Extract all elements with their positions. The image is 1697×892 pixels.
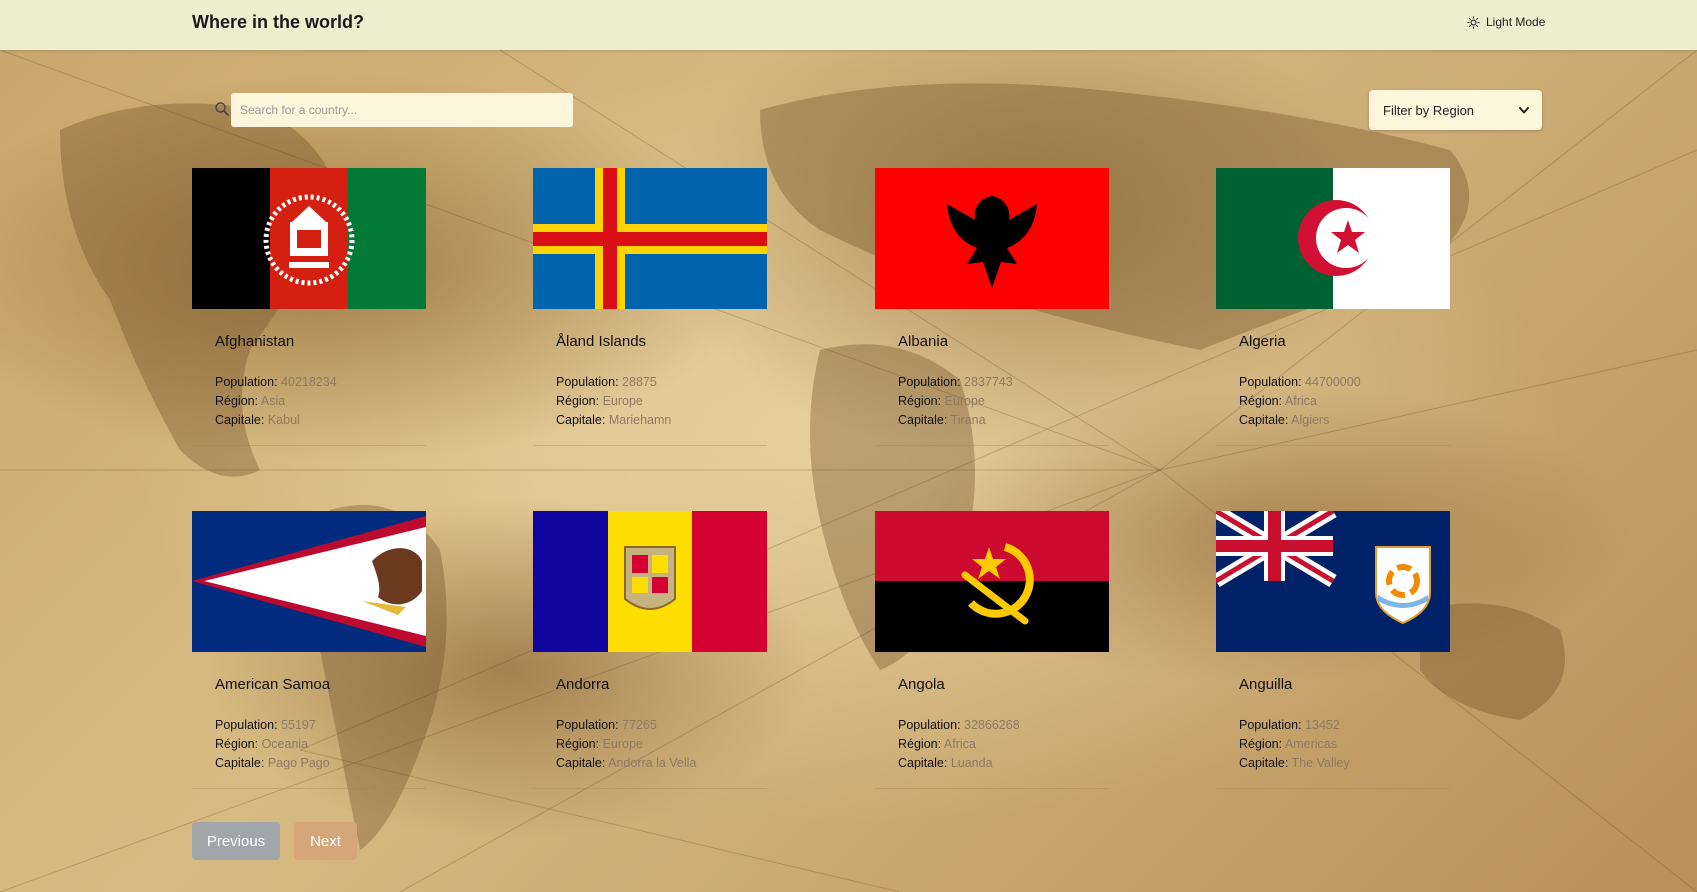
population-row: Population: 40218234 [215,375,337,389]
capital-value: Luanda [950,756,993,770]
region-value: Asia [260,394,286,408]
region-row: Région: Africa [1239,394,1317,408]
population-row: Population: 28875 [556,375,657,389]
capital-row: Capitale: Tirana [898,413,986,427]
region-filter-value: Filter by Region [1383,102,1475,118]
population-value: 40218234 [281,375,337,389]
flag-image [192,511,426,652]
capital-row: Capitale: Andorra la Vella [556,756,697,770]
region-row: Région: Europe [556,394,643,408]
country-name: Afghanistan [215,333,295,350]
country-card[interactable]: Andorra Population: 77265 Région: Europe… [533,511,767,789]
region-value: Europe [602,394,643,408]
flag-image [192,168,426,309]
country-card[interactable]: Anguilla Population: 13452 Région: Ameri… [1216,511,1450,789]
capital-row: Capitale: Kabul [215,413,300,427]
capital-value: Tirana [950,413,986,427]
country-name: American Samoa [215,676,331,693]
region-row: Région: Africa [898,737,976,751]
card-details: American Samoa Population: 55197 Région:… [192,652,426,789]
population-value: 28875 [622,375,657,389]
region-row: Région: Europe [556,737,643,751]
capital-row: Capitale: Luanda [898,756,993,770]
country-name: Åland Islands [556,333,647,350]
flag-image [533,168,767,309]
flag-image [1216,168,1450,309]
population-row: Population: 77265 [556,718,657,732]
flag-image [875,511,1109,652]
previous-button[interactable]: Previous [192,822,280,860]
country-name: Algeria [1239,333,1286,350]
capital-value: Pago Pago [267,756,330,770]
region-value: Americas [1284,737,1337,751]
region-value: Africa [1284,394,1317,408]
region-row: Région: Oceania [215,737,309,751]
search-icon [215,102,229,116]
population-row: Population: 2837743 [898,375,1013,389]
population-value: 32866268 [964,718,1020,732]
light-mode-label: Light Mode [1486,15,1546,29]
population-row: Population: 44700000 [1239,375,1361,389]
population-row: Population: 55197 [215,718,316,732]
region-row: Région: Europe [898,394,985,408]
card-details: Angola Population: 32866268 Région: Afri… [875,652,1109,789]
population-row: Population: 32866268 [898,718,1020,732]
flag-image [875,168,1109,309]
light-mode-toggle[interactable]: Light Mode [1467,15,1545,29]
search-input[interactable] [231,93,573,127]
population-value: 44700000 [1305,375,1361,389]
capital-value: Mariehamn [608,413,672,427]
region-value: Europe [944,394,985,408]
capital-row: Capitale: Algiers [1239,413,1330,427]
region-value: Africa [943,737,976,751]
card-details: Albania Population: 2837743 Région: Euro… [875,309,1109,446]
country-card[interactable]: Albania Population: 2837743 Région: Euro… [875,168,1109,446]
country-card[interactable]: Angola Population: 32866268 Région: Afri… [875,511,1109,789]
region-value: Oceania [261,737,309,751]
region-row: Région: Americas [1239,737,1337,751]
region-value: Europe [602,737,643,751]
flag-image [1216,511,1450,652]
flag-image [533,511,767,652]
country-name: Andorra [556,676,610,693]
capital-value: The Valley [1291,756,1350,770]
capital-value: Kabul [267,413,300,427]
capital-value: Algiers [1291,413,1330,427]
country-card[interactable]: Åland Islands Population: 28875 Région: … [533,168,767,446]
card-details: Anguilla Population: 13452 Région: Ameri… [1216,652,1450,789]
capital-value: Andorra la Vella [608,756,697,770]
country-card[interactable]: Algeria Population: 44700000 Région: Afr… [1216,168,1450,446]
population-value: 55197 [281,718,316,732]
country-name: Angola [898,676,945,693]
country-card[interactable]: Afghanistan Population: 40218234 Région:… [192,168,426,446]
capital-row: Capitale: The Valley [1239,756,1350,770]
capital-row: Capitale: Pago Pago [215,756,330,770]
chevron-down-icon [1519,107,1529,114]
card-details: Åland Islands Population: 28875 Région: … [533,309,767,446]
card-details: Afghanistan Population: 40218234 Région:… [192,309,426,446]
next-button[interactable]: Next [294,822,357,860]
country-name: Anguilla [1239,676,1293,693]
country-name: Albania [898,333,949,350]
population-value: 77265 [622,718,657,732]
card-details: Algeria Population: 44700000 Région: Afr… [1216,309,1450,446]
capital-row: Capitale: Mariehamn [556,413,672,427]
region-row: Région: Asia [215,394,286,408]
region-filter-select[interactable]: Filter by Region [1369,90,1542,130]
top-bar: Where in the world? Light Mode [0,0,1697,50]
population-value: 2837743 [964,375,1013,389]
app-title: Where in the world? [192,12,365,32]
sun-icon [1467,15,1480,29]
card-details: Andorra Population: 77265 Région: Europe… [533,652,767,789]
population-row: Population: 13452 [1239,718,1340,732]
population-value: 13452 [1305,718,1340,732]
country-card[interactable]: American Samoa Population: 55197 Région:… [192,511,426,789]
